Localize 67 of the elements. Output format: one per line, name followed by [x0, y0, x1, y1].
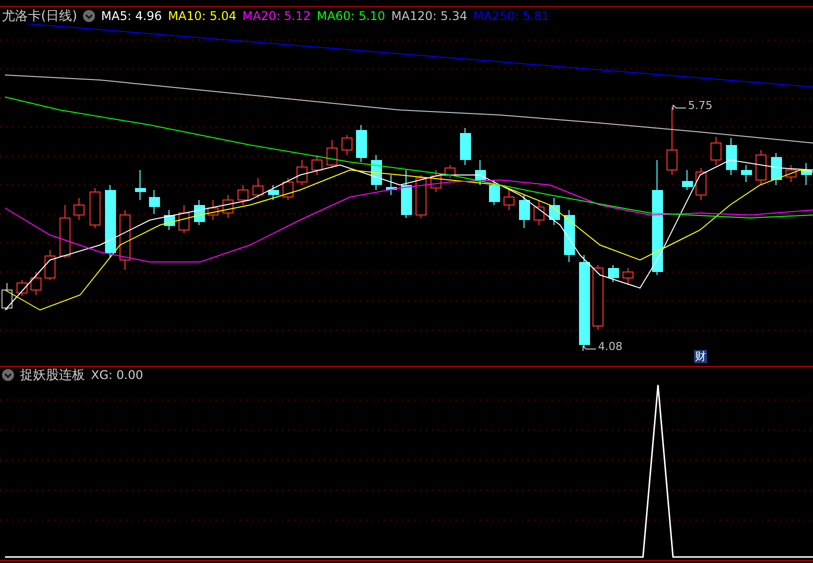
indicator-value: XG: 0.00 — [91, 368, 144, 382]
candlestick — [164, 210, 175, 230]
chart-title: 尤洛卡(日线) — [2, 8, 78, 24]
candlestick — [622, 268, 634, 286]
candlestick — [489, 180, 500, 206]
candlestick — [2, 282, 12, 310]
dropdown-icon[interactable] — [2, 369, 14, 381]
candlestick — [30, 272, 42, 296]
candlestick — [696, 168, 706, 200]
candlestick — [149, 190, 160, 214]
candlestick — [120, 210, 130, 270]
candlestick — [475, 160, 486, 186]
candlestick — [282, 178, 294, 200]
candlestick — [430, 170, 442, 192]
candlestick — [710, 136, 722, 166]
candlestick — [519, 194, 530, 228]
candlestick — [416, 174, 426, 218]
candlestick — [756, 150, 766, 186]
candlestick — [371, 154, 382, 190]
candlestick — [534, 200, 544, 226]
candlestick — [386, 174, 397, 196]
candlestick — [549, 198, 560, 226]
candlestick — [252, 178, 264, 198]
price-label: 4.08 — [598, 340, 622, 353]
candlestick — [666, 106, 678, 176]
price-label: 5.75 — [688, 99, 712, 112]
candlestick — [312, 154, 322, 176]
candlestick — [60, 204, 70, 258]
indicator-value: MA60: 5.10 — [316, 8, 386, 22]
candlestick — [90, 188, 100, 228]
candlestick — [801, 162, 812, 186]
candlestick — [268, 184, 279, 200]
candlestick — [16, 280, 28, 296]
candlestick — [342, 134, 352, 156]
pointer-arrow-icon — [672, 104, 686, 112]
candlestick — [135, 170, 146, 200]
indicator-value: MA10: 5.04 — [168, 8, 236, 22]
candlestick — [44, 250, 56, 280]
finance-badge: 财 — [694, 350, 707, 363]
dropdown-icon[interactable] — [83, 10, 96, 22]
candlestick — [504, 190, 514, 210]
candlestick — [208, 200, 218, 220]
indicator-value: MA5: 4.96 — [101, 8, 162, 22]
candlestick — [682, 170, 693, 190]
candlestick — [296, 160, 308, 186]
candlestick — [741, 164, 752, 182]
candlestick — [178, 204, 190, 234]
indicator-value: MA20: 5.12 — [242, 8, 311, 22]
candlestick — [592, 264, 604, 330]
candlestick — [726, 138, 737, 176]
indicator-value: MA120: 5.34 — [391, 8, 468, 22]
indicator-title: 捉妖股连板 — [20, 367, 85, 384]
candlestick — [401, 170, 412, 218]
candlestick — [771, 152, 782, 186]
candlestick — [608, 264, 619, 282]
pointer-arrow-icon — [582, 345, 596, 353]
candlestick — [564, 210, 575, 262]
candlestick — [194, 200, 205, 226]
candlestick — [326, 140, 338, 168]
candlestick — [356, 124, 367, 162]
indicator-value: MA250: 5.81 — [473, 8, 550, 22]
candlestick — [222, 194, 234, 218]
candlestick — [238, 184, 248, 206]
candlestick — [74, 198, 84, 220]
candlestick — [444, 164, 456, 178]
candlestick — [460, 128, 471, 166]
candlestick — [786, 164, 796, 182]
